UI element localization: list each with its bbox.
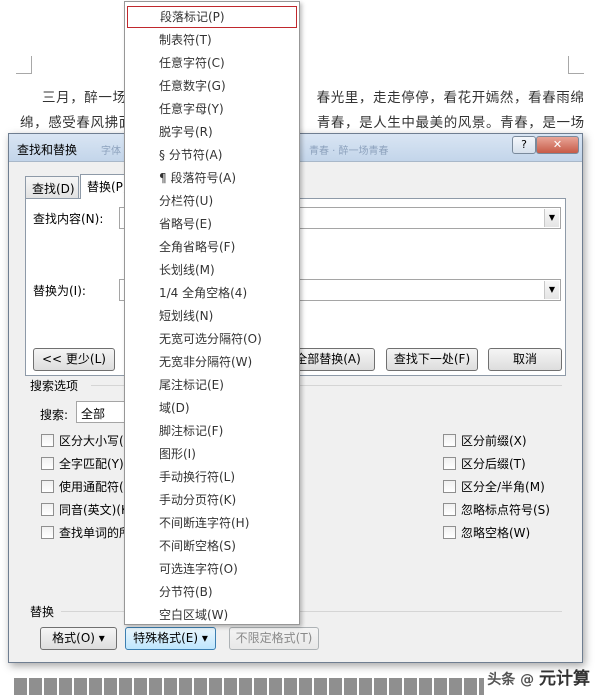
match-case-checkbox[interactable] (41, 434, 54, 447)
ignore-punctuation-checkbox[interactable] (443, 503, 456, 516)
dialog-title: 查找和替换 (17, 143, 78, 157)
special-format-menu: 段落标记(P) 制表符(T) 任意字符(C) 任意数字(G) 任意字母(Y) 脱… (124, 1, 300, 625)
all-word-forms-label: 查找单词的所 (59, 526, 132, 540)
watermark-big: 元计算 (539, 669, 590, 689)
match-prefix-checkbox[interactable] (443, 434, 456, 447)
document-line-1-head: 三月，醉一场 (42, 90, 127, 106)
menu-item-paragraph-mark[interactable]: 段落标记(P) (127, 6, 297, 28)
page-corner-mark-left (16, 56, 32, 74)
help-button[interactable]: ? (512, 136, 536, 154)
search-direction-value: 全部 (81, 407, 106, 421)
find-what-label: 查找内容(N): (33, 212, 104, 226)
tab-find[interactable]: 查找(D) (25, 176, 79, 198)
wildcards-label: 使用通配符( (59, 480, 124, 494)
close-button[interactable]: ✕ (536, 136, 579, 154)
document-line-2-tail: 青春，是人生中最美的风景。青春，是一场 (316, 115, 585, 131)
document-text-line-2: 绵，感受春风拂面 青春，是人生中最美的风景。青春，是一场 (20, 111, 585, 131)
document-line-2-head: 绵，感受春风拂面 (20, 115, 133, 131)
menu-item-en-dash[interactable]: 短划线(N) (127, 305, 297, 327)
titlebar-ghost-text-2: 青春 · 醉一场青春 (309, 146, 389, 157)
match-suffix-label: 区分后缀(T) (461, 457, 526, 471)
page-corner-mark-right (568, 56, 584, 74)
menu-item-nonbreaking-hyphen[interactable]: 不间断连字符(H) (127, 512, 297, 534)
format-button[interactable]: 格式(O) ▾ (40, 627, 117, 650)
menu-item-endnote-mark[interactable]: 尾注标记(E) (127, 374, 297, 396)
menu-item-manual-line-break[interactable]: 手动换行符(L) (127, 466, 297, 488)
menu-item-fullwidth-ellipsis[interactable]: 全角省略号(F) (127, 236, 297, 258)
menu-item-any-character[interactable]: 任意字符(C) (127, 52, 297, 74)
search-options-label: 搜索选项 (30, 379, 79, 393)
ignore-space-checkbox[interactable] (443, 526, 456, 539)
menu-item-ellipsis[interactable]: 省略号(E) (127, 213, 297, 235)
menu-item-section-break[interactable]: 分节符(B) (127, 581, 297, 603)
replace-section-label: 替换 (30, 605, 55, 619)
match-prefix-label: 区分前缀(X) (461, 434, 527, 448)
whole-word-checkbox[interactable] (41, 457, 54, 470)
watermark-small: 头条 @ (487, 672, 535, 688)
special-format-button[interactable]: 特殊格式(E) ▾ (125, 627, 216, 650)
menu-item-no-width-non-break[interactable]: 无宽非分隔符(W) (127, 351, 297, 373)
match-width-checkbox[interactable] (443, 480, 456, 493)
menu-item-graphic[interactable]: 图形(I) (127, 443, 297, 465)
menu-item-paragraph-character[interactable]: ¶ 段落符号(A) (127, 167, 297, 189)
chevron-down-icon[interactable]: ▼ (544, 209, 559, 227)
whole-word-label: 全字匹配(Y) (59, 457, 124, 471)
menu-item-caret[interactable]: 脱字号(R) (127, 121, 297, 143)
match-width-label: 区分全/半角(M) (461, 480, 545, 494)
menu-item-manual-page-break[interactable]: 手动分页符(K) (127, 489, 297, 511)
menu-item-quarter-em-space[interactable]: 1/4 全角空格(4) (127, 282, 297, 304)
search-direction-label: 搜索: (40, 408, 69, 422)
chevron-down-icon[interactable]: ▼ (544, 281, 559, 299)
sounds-like-label: 同音(英文)(K (59, 503, 129, 517)
match-case-label: 区分大小写( (59, 434, 124, 448)
sounds-like-checkbox[interactable] (41, 503, 54, 516)
wildcards-checkbox[interactable] (41, 480, 54, 493)
replace-with-label: 替换为(I): (33, 284, 86, 298)
watermark: 头条 @ 元计算 (487, 664, 590, 689)
less-button[interactable]: << 更少(L) (33, 348, 115, 371)
menu-item-nonbreaking-space[interactable]: 不间断空格(S) (127, 535, 297, 557)
menu-item-any-letter[interactable]: 任意字母(Y) (127, 98, 297, 120)
document-line-1-tail: 春光里，走走停停，看花开嫣然，看春雨绵 (316, 90, 585, 106)
menu-item-section-character[interactable]: § 分节符(A) (127, 144, 297, 166)
ignore-punctuation-label: 忽略标点符号(S) (461, 503, 550, 517)
find-next-button[interactable]: 查找下一处(F) (386, 348, 478, 371)
no-formatting-button[interactable]: 不限定格式(T) (229, 627, 319, 650)
cancel-button[interactable]: 取消 (488, 348, 562, 371)
document-bottom-text (14, 678, 484, 695)
ignore-space-label: 忽略空格(W) (461, 526, 531, 540)
menu-item-column-break[interactable]: 分栏符(U) (127, 190, 297, 212)
menu-item-no-width-optional-break[interactable]: 无宽可选分隔符(O) (127, 328, 297, 350)
menu-item-any-digit[interactable]: 任意数字(G) (127, 75, 297, 97)
match-suffix-checkbox[interactable] (443, 457, 456, 470)
menu-item-field[interactable]: 域(D) (127, 397, 297, 419)
menu-item-white-space[interactable]: 空白区域(W) (127, 604, 297, 626)
menu-item-footnote-mark[interactable]: 脚注标记(F) (127, 420, 297, 442)
menu-item-tab-character[interactable]: 制表符(T) (127, 29, 297, 51)
menu-item-em-dash[interactable]: 长划线(M) (127, 259, 297, 281)
menu-item-optional-hyphen[interactable]: 可选连字符(O) (127, 558, 297, 580)
all-word-forms-checkbox[interactable] (41, 526, 54, 539)
